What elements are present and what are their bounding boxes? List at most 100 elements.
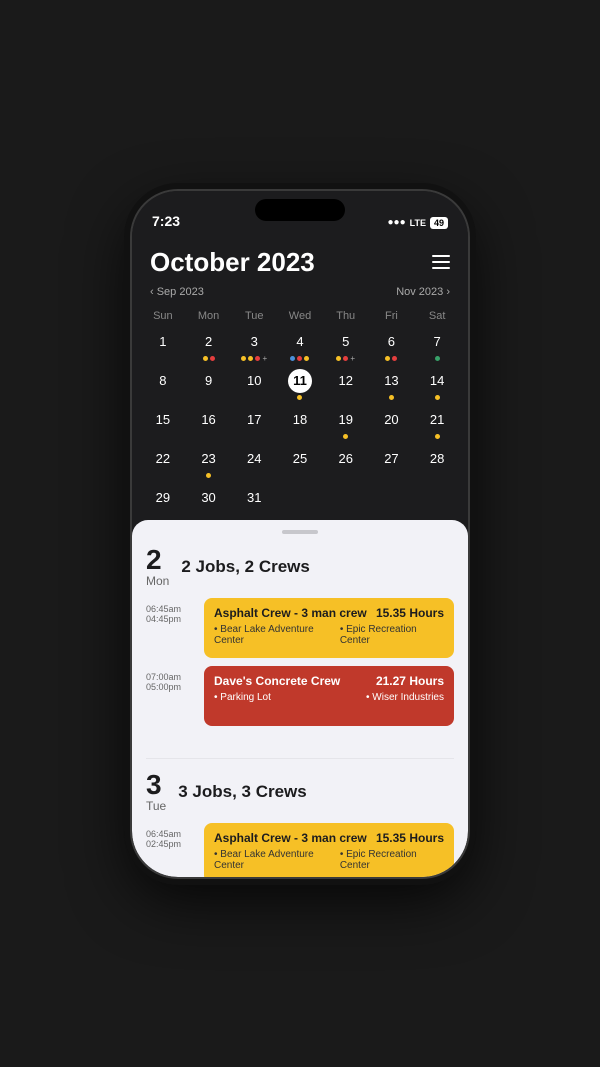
job-3-1-start: 06:45am [146,829,196,839]
cal-cell-31[interactable]: 31 [231,482,277,520]
job-2-2-hours: 21.27 Hours [376,674,444,688]
job-2-2-detail1: • Parking Lot [214,692,271,703]
cal-day-headers: Sun Mon Tue Wed Thu Fri Sat [140,306,460,326]
cal-grid: Sun Mon Tue Wed Thu Fri Sat 1 2 3+ 4 5+ … [132,306,468,520]
cal-cell-11[interactable]: 11 [277,365,323,404]
cal-cell-6[interactable]: 6 [369,326,415,365]
cal-cell-10[interactable]: 10 [231,365,277,404]
cal-header: October 2023 [132,235,468,284]
job-2-1-details: • Bear Lake Adventure Center • Epic Recr… [214,624,444,646]
day-2-summary: 2 Jobs, 2 Crews [181,557,310,577]
section-divider [146,758,454,759]
cal-cell-21[interactable]: 21 [414,404,460,443]
cal-cell-3[interactable]: 3+ [231,326,277,365]
job-3-1-details: • Bear Lake Adventure Center • Epic Recr… [214,849,444,871]
cal-title: October 2023 [150,247,315,278]
status-time: 7:23 [152,213,180,229]
battery-badge: 49 [430,217,448,229]
day-2-header: 2 Mon 2 Jobs, 2 Crews [146,546,454,588]
cal-cell-15[interactable]: 15 [140,404,186,443]
day-section-2: 2 Mon 2 Jobs, 2 Crews 06:45am 04:45pm As… [132,546,468,750]
job-2-1-hours: 15.35 Hours [376,606,444,620]
job-2-2-detail2: • Wiser Industries [366,692,444,703]
phone-frame: 7:23 ●●● LTE 49 October 2023 ‹ Sep 2023 … [130,189,470,879]
job-2-2-time: 07:00am 05:00pm [146,666,196,726]
day-header-sat: Sat [414,306,460,326]
job-card-2-1[interactable]: Asphalt Crew - 3 man crew 15.35 Hours • … [204,598,454,658]
day-header-sun: Sun [140,306,186,326]
job-card-2-1-header: Asphalt Crew - 3 man crew 15.35 Hours [214,606,444,620]
day-header-mon: Mon [186,306,232,326]
cal-cell-12[interactable]: 12 [323,365,369,404]
cal-nav: ‹ Sep 2023 Nov 2023 › [132,284,468,306]
phone-inner: 7:23 ●●● LTE 49 October 2023 ‹ Sep 2023 … [132,191,468,877]
job-card-2-2[interactable]: Dave's Concrete Crew 21.27 Hours • Parki… [204,666,454,726]
job-card-3-1-header: Asphalt Crew - 3 man crew 15.35 Hours [214,831,444,845]
cal-cell-27[interactable]: 27 [369,443,415,482]
job-2-1-title: Asphalt Crew - 3 man crew [214,606,368,620]
lte-label: LTE [410,218,426,228]
cal-cell-29[interactable]: 29 [140,482,186,520]
job-3-1-time: 06:45am 02:45pm [146,823,196,877]
cal-week-2: 8 9 10 11 12 13 14 [140,365,460,404]
cal-cell-19[interactable]: 19 [323,404,369,443]
bottom-sheet: 2 Mon 2 Jobs, 2 Crews 06:45am 04:45pm As… [132,520,468,877]
cal-cell-1[interactable]: 1 [140,326,186,365]
job-2-1-end: 04:45pm [146,614,196,624]
dynamic-island [255,199,345,221]
job-2-2-details: • Parking Lot • Wiser Industries [214,692,444,703]
day-2-number: 2 [146,546,169,574]
job-3-1-detail2: • Epic Recreation Center [340,849,444,871]
cal-cell-30[interactable]: 30 [186,482,232,520]
cal-cell-9[interactable]: 9 [186,365,232,404]
cal-cell-7[interactable]: 7 [414,326,460,365]
cal-cell-13[interactable]: 13 [369,365,415,404]
job-entry-2-2: 07:00am 05:00pm Dave's Concrete Crew 21.… [146,666,454,726]
cal-cell-23[interactable]: 23 [186,443,232,482]
signal-icon: ●●● [388,217,406,228]
calendar-section: October 2023 ‹ Sep 2023 Nov 2023 › Sun M… [132,191,468,520]
day-3-header: 3 Tue 3 Jobs, 3 Crews [146,771,454,813]
day-header-thu: Thu [323,306,369,326]
cal-cell-17[interactable]: 17 [231,404,277,443]
job-2-1-detail1: • Bear Lake Adventure Center [214,624,340,646]
cal-cell-25[interactable]: 25 [277,443,323,482]
cal-cell-5[interactable]: 5+ [323,326,369,365]
menu-button[interactable] [432,255,450,269]
cal-cell-4[interactable]: 4 [277,326,323,365]
day-header-tue: Tue [231,306,277,326]
job-2-1-start: 06:45am [146,604,196,614]
day-section-3: 3 Tue 3 Jobs, 3 Crews 06:45am 02:45pm As… [132,771,468,877]
cal-cell-22[interactable]: 22 [140,443,186,482]
cal-cell-24[interactable]: 24 [231,443,277,482]
cal-cell-16[interactable]: 16 [186,404,232,443]
job-3-1-detail1: • Bear Lake Adventure Center [214,849,340,871]
cal-cell-20[interactable]: 20 [369,404,415,443]
next-month-button[interactable]: Nov 2023 › [396,286,450,298]
cal-week-4: 22 23 24 25 26 27 28 [140,443,460,482]
cal-cell-8[interactable]: 8 [140,365,186,404]
job-entry-2-1: 06:45am 04:45pm Asphalt Crew - 3 man cre… [146,598,454,658]
cal-cell-26[interactable]: 26 [323,443,369,482]
job-3-1-hours: 15.35 Hours [376,831,444,845]
cal-cell-2[interactable]: 2 [186,326,232,365]
job-entry-3-1: 06:45am 02:45pm Asphalt Crew - 3 man cre… [146,823,454,877]
status-icons: ●●● LTE 49 [388,217,448,229]
sheet-handle [282,530,318,534]
day-header-wed: Wed [277,306,323,326]
prev-month-button[interactable]: ‹ Sep 2023 [150,286,204,298]
day-header-fri: Fri [369,306,415,326]
cal-week-5: 29 30 31 [140,482,460,520]
day-2-name: Mon [146,574,169,588]
day-2-date: 2 Mon [146,546,169,588]
job-card-2-2-header: Dave's Concrete Crew 21.27 Hours [214,674,444,688]
cal-week-3: 15 16 17 18 19 20 21 [140,404,460,443]
day-3-number: 3 [146,771,166,799]
job-3-1-title: Asphalt Crew - 3 man crew [214,831,368,845]
job-2-2-title: Dave's Concrete Crew [214,674,368,688]
cal-cell-14[interactable]: 14 [414,365,460,404]
cal-cell-18[interactable]: 18 [277,404,323,443]
job-2-1-time: 06:45am 04:45pm [146,598,196,658]
job-card-3-1[interactable]: Asphalt Crew - 3 man crew 15.35 Hours • … [204,823,454,877]
cal-cell-28[interactable]: 28 [414,443,460,482]
